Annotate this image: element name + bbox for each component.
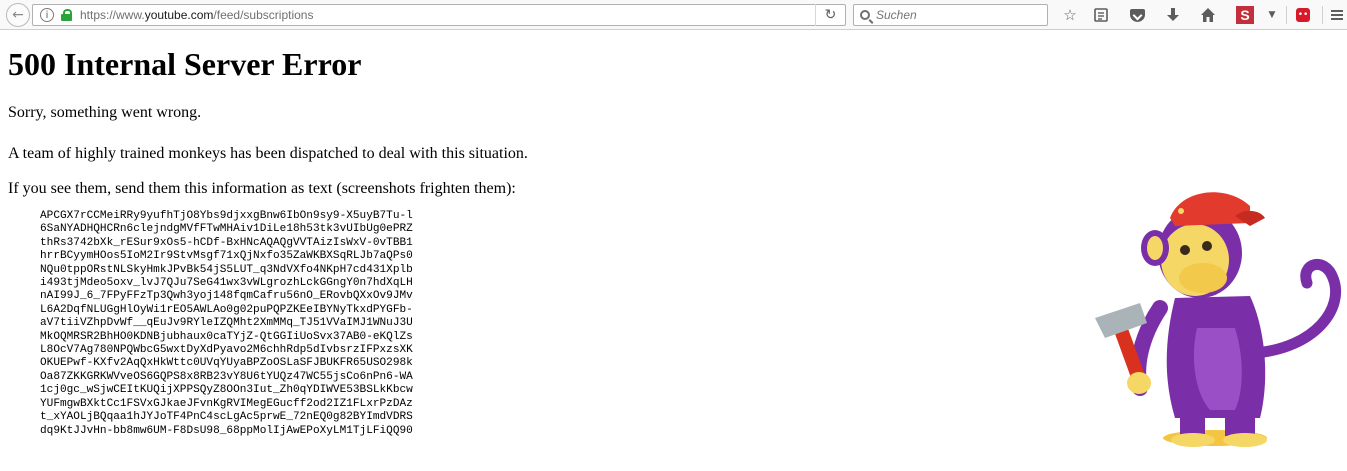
error-code-line: hrrBCyymHOos5IoM2Ir9StvMsgf71xQjNxfo35Za…: [40, 250, 413, 263]
extension-menu-button[interactable]: ▼: [1262, 5, 1282, 25]
error-code-line: MkOQMRSR2BhHO0KDNBjubhaux0caTYjZ-QtGGIiU…: [40, 330, 413, 343]
extension-menu-icon: ▼: [1268, 10, 1276, 20]
error-code-line: thRs3742bXk_rESur9xOs5-hCDf-BxHNcAQAQgVV…: [40, 236, 413, 249]
home-icon: [1201, 8, 1215, 22]
error-code-line: NQu0tppORstNLSkyHmkJPvBk54jS5LUT_q3NdVXf…: [40, 263, 413, 276]
download-icon: [1167, 8, 1179, 21]
home-button[interactable]: [1198, 5, 1218, 25]
back-arrow-icon: ←: [12, 7, 24, 23]
toolbar-separator: [1322, 6, 1323, 24]
error-code-line: 6SaNYADHQHCRn6clejndgMVfFTwMHAiv1DiLe18h…: [40, 223, 413, 236]
reading-list-button[interactable]: [1091, 5, 1111, 25]
instruction-text: If you see them, send them this informat…: [8, 180, 516, 197]
error-code-line: Oa87ZKKGRKWVveOS6GQPS8x8RB23vY8U6tYUQz47…: [40, 370, 413, 383]
hamburger-menu-button[interactable]: [1327, 5, 1347, 25]
search-input[interactable]: [876, 8, 1026, 22]
extension-s-button[interactable]: S: [1235, 5, 1255, 25]
error-code-line: 1cj0gc_wSjwCEItKUQijXPPSQyZ8OOn3Iut_Zh0q…: [40, 384, 413, 397]
bookmark-star-icon: ☆: [1063, 6, 1077, 24]
lock-icon[interactable]: [61, 9, 72, 21]
error-code-line: YUFmgwBXktCc1FSVxGJkaeJFvnKgRVIMegEGucff…: [40, 397, 413, 410]
back-button[interactable]: ←: [6, 3, 30, 27]
download-button[interactable]: [1163, 5, 1183, 25]
pocket-icon: [1129, 8, 1145, 22]
hamburger-menu-icon: [1331, 10, 1343, 20]
bookmark-star-button[interactable]: ☆: [1060, 5, 1080, 25]
page-title: 500 Internal Server Error: [8, 46, 362, 82]
error-code-line: t_xYAOLjBQqaa1hJYJoTF4PnC4scLgAc5prwE_72…: [40, 411, 413, 424]
error-code-line: L8OcV7Ag780NPQWbcG5wxtDyXdPyavo2M6chhRdp…: [40, 344, 413, 357]
url-prefix: https://www.: [80, 8, 145, 22]
url-bar[interactable]: i https://www.youtube.com/feed/subscript…: [32, 4, 846, 26]
reading-list-icon: [1094, 8, 1108, 22]
error-code-line: OKUEPwf-KXfv2AqQxHkWttc0UVqYUyaBPZoOSLaS…: [40, 357, 413, 370]
monkeys-text: A team of highly trained monkeys has bee…: [8, 145, 528, 162]
search-icon: [860, 10, 870, 20]
error-code-line: APCGX7rCCMeiRRy9yufhTjO8Ybs9djxxgBnw6IbO…: [40, 210, 413, 222]
reload-icon: ↻: [824, 7, 837, 23]
url-text[interactable]: https://www.youtube.com/feed/subscriptio…: [80, 8, 313, 22]
url-path: /feed/subscriptions: [213, 8, 314, 22]
search-bar[interactable]: [853, 4, 1048, 26]
toolbar-separator: [1286, 6, 1287, 24]
monkey-illustration: [1095, 192, 1342, 447]
url-domain: youtube.com: [144, 8, 214, 22]
addon-red-icon: ••: [1296, 8, 1310, 22]
error-code-line: dq9KtJJvHn-bb8mw6UM-F8DsU98_68ppMolIjAwE…: [40, 424, 413, 437]
error-code-line: nAI99J_6_7FPyFFzTp3Qwh3yoj148fqmCafru56n…: [40, 290, 413, 303]
reload-button[interactable]: ↻: [815, 4, 845, 26]
error-code-block[interactable]: APCGX7rCCMeiRRy9yufhTjO8Ybs9djxxgBnw6IbO…: [40, 210, 413, 438]
info-icon[interactable]: i: [40, 8, 54, 22]
browser-toolbar: ← i https://www.youtube.com/feed/subscri…: [0, 0, 1347, 30]
error-code-line: aV7tiiVZhpDvWf__qEuJv9RYleIZQMht2XmMMq_T…: [40, 317, 413, 330]
addon-red-button[interactable]: ••: [1293, 5, 1313, 25]
apology-text: Sorry, something went wrong.: [8, 104, 202, 121]
error-code-line: L6A2DqfNLUGgHlOyWi1rEO5AWLAo0g02puPQPZKE…: [40, 303, 413, 316]
pocket-button[interactable]: [1127, 5, 1147, 25]
extension-s-icon: S: [1236, 6, 1254, 24]
error-code-line: i493tjMdeo5oxv_lvJ7QJu7SeG41wx3vWLgrozhL…: [40, 277, 413, 290]
